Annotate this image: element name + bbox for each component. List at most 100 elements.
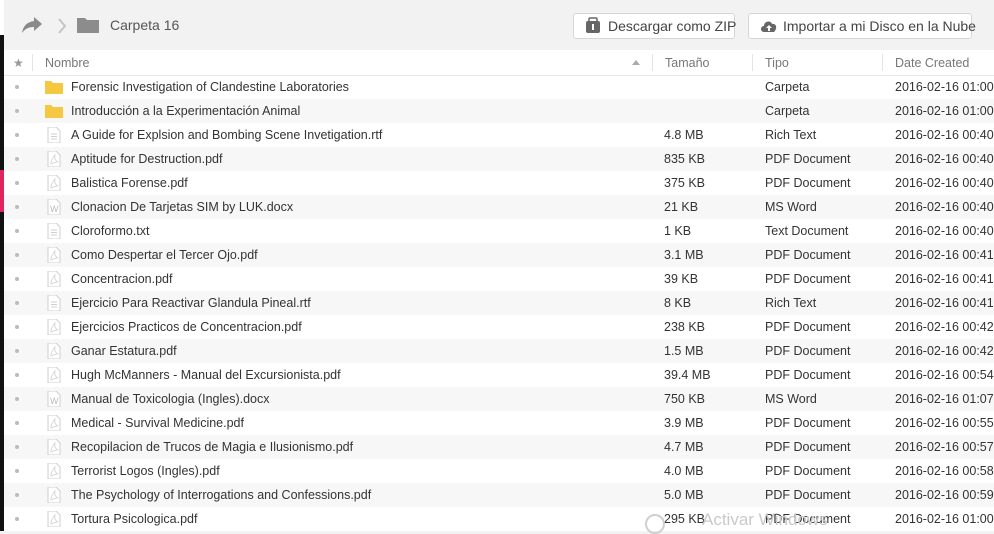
- file-name[interactable]: Ejercicios Practicos de Concentracion.pd…: [71, 320, 302, 334]
- pdf-file-icon: [45, 486, 63, 504]
- table-row[interactable]: A Guide for Explsion and Bombing Scene I…: [4, 123, 994, 147]
- table-row[interactable]: The Psychology of Interrogations and Con…: [4, 483, 994, 507]
- file-name[interactable]: Ejercicio Para Reactivar Glandula Pineal…: [71, 296, 311, 310]
- table-row[interactable]: W Manual de Toxicologia (Ingles).docx 750 …: [4, 387, 994, 411]
- star-icon[interactable]: ★: [13, 56, 24, 70]
- file-name[interactable]: Ganar Estatura.pdf: [71, 344, 177, 358]
- row-select-dot[interactable]: [15, 325, 19, 329]
- file-size: 4.8 MB: [664, 128, 704, 142]
- import-cloud-button[interactable]: Importar a mi Disco en la Nube: [748, 13, 976, 39]
- column-header-type[interactable]: Tipo: [765, 56, 789, 70]
- file-date: 2016-02-16 00:59: [895, 488, 994, 502]
- file-date: 2016-02-16 01:07: [895, 392, 994, 406]
- table-row[interactable]: Concentracion.pdf 39 KB PDF Document 2016-0…: [4, 267, 994, 291]
- row-select-dot[interactable]: [15, 181, 19, 185]
- file-type: PDF Document: [765, 272, 851, 286]
- file-name[interactable]: A Guide for Explsion and Bombing Scene I…: [71, 128, 382, 142]
- table-row[interactable]: Cloroformo.txt 1 KB Text Document 2016-02-1…: [4, 219, 994, 243]
- toolbar: Carpeta 16 Descargar como ZIP Importar a…: [4, 0, 994, 50]
- row-select-dot[interactable]: [15, 277, 19, 281]
- file-name[interactable]: Medical - Survival Medicine.pdf: [71, 416, 244, 430]
- file-name[interactable]: Cloroformo.txt: [71, 224, 150, 238]
- file-type: PDF Document: [765, 248, 851, 262]
- table-row[interactable]: Terrorist Logos (Ingles).pdf 4.0 MB PDF Do…: [4, 459, 994, 483]
- column-header-name[interactable]: Nombre: [45, 56, 89, 70]
- column-header-size[interactable]: Tamaño: [665, 56, 709, 70]
- row-select-dot[interactable]: [15, 349, 19, 353]
- download-zip-button[interactable]: Descargar como ZIP: [573, 13, 736, 39]
- row-select-dot[interactable]: [15, 205, 19, 209]
- breadcrumb-current-folder[interactable]: Carpeta 16: [110, 17, 179, 33]
- file-name[interactable]: Aptitude for Destruction.pdf: [71, 152, 222, 166]
- chevron-right-icon: [56, 15, 68, 37]
- word-file-icon: W: [45, 390, 63, 408]
- row-select-dot[interactable]: [15, 493, 19, 497]
- file-type: Text Document: [765, 224, 849, 238]
- file-type: PDF Document: [765, 320, 851, 334]
- row-select-dot[interactable]: [15, 445, 19, 449]
- column-divider: [32, 54, 33, 71]
- file-name[interactable]: Recopilacion de Trucos de Magia e Ilusio…: [71, 440, 353, 454]
- row-select-dot[interactable]: [15, 469, 19, 473]
- file-size: 750 KB: [664, 392, 706, 406]
- row-select-dot[interactable]: [15, 85, 19, 89]
- table-row[interactable]: Tortura Psicologica.pdf 295 KB PDF Documen…: [4, 507, 994, 531]
- pdf-file-icon: [45, 462, 63, 480]
- table-row[interactable]: Recopilacion de Trucos de Magia e Ilusio…: [4, 435, 994, 459]
- table-header: ★ Nombre Tamaño Tipo Date Created: [4, 50, 994, 76]
- text-file-icon: [45, 294, 63, 312]
- table-row[interactable]: Hugh McManners - Manual del Excursionist…: [4, 363, 994, 387]
- table-row[interactable]: Como Despertar el Tercer Ojo.pdf 3.1 MB PD…: [4, 243, 994, 267]
- table-row[interactable]: Balistica Forense.pdf 375 KB PDF Document 2…: [4, 171, 994, 195]
- table-row[interactable]: Introducción a la Experimentación Animal…: [4, 99, 994, 123]
- table-row[interactable]: W Clonacion De Tarjetas SIM by LUK.docx 21…: [4, 195, 994, 219]
- file-size: 5.0 MB: [664, 488, 704, 502]
- column-header-date[interactable]: Date Created: [895, 56, 969, 70]
- file-name[interactable]: Hugh McManners - Manual del Excursionist…: [71, 368, 341, 382]
- row-select-dot[interactable]: [15, 301, 19, 305]
- row-select-dot[interactable]: [15, 157, 19, 161]
- file-type: MS Word: [765, 200, 817, 214]
- file-date: 2016-02-16 00:40: [895, 200, 994, 214]
- table-row[interactable]: Medical - Survival Medicine.pdf 3.9 MB PDF…: [4, 411, 994, 435]
- table-row[interactable]: Ejercicio Para Reactivar Glandula Pineal…: [4, 291, 994, 315]
- file-date: 2016-02-16 00:40: [895, 128, 994, 142]
- file-size: 3.9 MB: [664, 416, 704, 430]
- file-size: 238 KB: [664, 320, 706, 334]
- column-divider: [652, 54, 653, 71]
- pdf-file-icon: [45, 510, 63, 528]
- pdf-file-icon: [45, 318, 63, 336]
- file-size: 3.1 MB: [664, 248, 704, 262]
- file-type: PDF Document: [765, 152, 851, 166]
- file-type: Rich Text: [765, 128, 817, 142]
- file-name[interactable]: Terrorist Logos (Ingles).pdf: [71, 464, 220, 478]
- file-date: 2016-02-16 00:41: [895, 248, 994, 262]
- row-select-dot[interactable]: [15, 133, 19, 137]
- row-select-dot[interactable]: [15, 253, 19, 257]
- text-file-icon: [45, 126, 63, 144]
- sort-ascending-icon[interactable]: [632, 60, 640, 65]
- row-select-dot[interactable]: [15, 229, 19, 233]
- file-name[interactable]: Manual de Toxicologia (Ingles).docx: [71, 392, 270, 406]
- file-name[interactable]: Concentracion.pdf: [71, 272, 172, 286]
- file-name[interactable]: Balistica Forense.pdf: [71, 176, 188, 190]
- row-select-dot[interactable]: [15, 109, 19, 113]
- file-size: 4.7 MB: [664, 440, 704, 454]
- row-select-dot[interactable]: [15, 517, 19, 521]
- file-name[interactable]: Introducción a la Experimentación Animal: [71, 104, 300, 118]
- file-name[interactable]: Tortura Psicologica.pdf: [71, 512, 197, 526]
- file-name[interactable]: The Psychology of Interrogations and Con…: [71, 488, 371, 502]
- row-select-dot[interactable]: [15, 421, 19, 425]
- file-name[interactable]: Forensic Investigation of Clandestine La…: [71, 80, 349, 94]
- share-arrow-icon[interactable]: [20, 14, 44, 36]
- table-row[interactable]: Forensic Investigation of Clandestine La…: [4, 75, 994, 99]
- row-select-dot[interactable]: [15, 373, 19, 377]
- table-row[interactable]: Ganar Estatura.pdf 1.5 MB PDF Document 2016…: [4, 339, 994, 363]
- table-row[interactable]: Aptitude for Destruction.pdf 835 KB PDF Do…: [4, 147, 994, 171]
- file-type: PDF Document: [765, 416, 851, 430]
- zip-icon: [584, 17, 602, 35]
- file-name[interactable]: Clonacion De Tarjetas SIM by LUK.docx: [71, 200, 293, 214]
- table-row[interactable]: Ejercicios Practicos de Concentracion.pd…: [4, 315, 994, 339]
- row-select-dot[interactable]: [15, 397, 19, 401]
- file-name[interactable]: Como Despertar el Tercer Ojo.pdf: [71, 248, 258, 262]
